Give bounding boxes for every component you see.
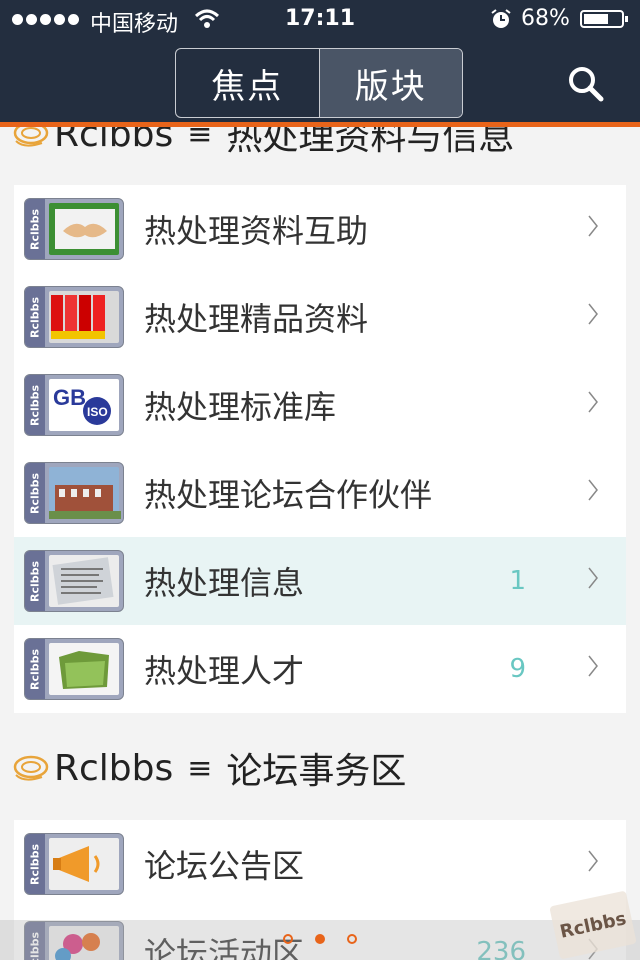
section-prefix: Rclbbs <box>54 747 174 789</box>
building-thumb: Rclbbs <box>24 462 124 524</box>
battery-percent: 68% <box>521 6 570 31</box>
chevron-right-icon <box>588 303 598 325</box>
page-dot[interactable] <box>347 934 357 944</box>
section-group: Rclbbs 热处理资料互助 Rclbbs 热处理精品资料 Rclbbs GB … <box>14 185 626 713</box>
thumb-tag: Rclbbs <box>25 639 45 699</box>
board-count: 1 <box>509 566 526 596</box>
board-label: 热处理信息 <box>144 564 305 602</box>
chevron-right-icon <box>588 567 598 589</box>
equals-icon: ≡ <box>187 127 213 152</box>
section-header: Rclbbs ≡ 论坛事务区 <box>0 738 640 798</box>
alarm-icon <box>491 9 511 28</box>
board-row[interactable]: Rclbbs 热处理人才 9 <box>14 625 626 713</box>
top-bar: 中国移动 17:11 68% 焦点 版块 <box>0 0 640 122</box>
equals-icon: ≡ <box>187 750 213 786</box>
thumb-tag: Rclbbs <box>25 287 45 347</box>
board-count: 9 <box>509 654 526 684</box>
board-label: 论坛公告区 <box>144 847 305 885</box>
forum-swirl-icon <box>13 127 49 147</box>
megaphone-thumb: Rclbbs <box>24 833 124 895</box>
folder-thumb: Rclbbs <box>24 638 124 700</box>
search-icon[interactable] <box>566 64 606 104</box>
svg-text:ISO: ISO <box>87 405 108 419</box>
board-row[interactable]: Rclbbs 热处理资料互助 <box>14 185 626 273</box>
status-bar: 中国移动 17:11 68% <box>0 0 640 40</box>
chevron-right-icon <box>588 215 598 237</box>
section-header: Rclbbs ≡ 热处理资料与信息 <box>0 127 640 164</box>
handshake-thumb: Rclbbs <box>24 198 124 260</box>
page-dot[interactable] <box>283 934 293 944</box>
thumb-tag: Rclbbs <box>25 834 45 894</box>
board-row[interactable]: Rclbbs 热处理精品资料 <box>14 273 626 361</box>
board-label: 热处理资料互助 <box>144 212 369 250</box>
chevron-right-icon <box>588 479 598 501</box>
battery-icon <box>580 10 628 28</box>
section-title: 论坛事务区 <box>226 751 407 792</box>
thumb-tag: Rclbbs <box>25 463 45 523</box>
board-row[interactable]: Rclbbs GB ISO 热处理标准库 <box>14 361 626 449</box>
page-dot-active[interactable] <box>315 934 325 944</box>
chevron-right-icon <box>588 655 598 677</box>
board-row[interactable]: Rclbbs 热处理论坛合作伙伴 <box>14 449 626 537</box>
chevron-right-icon <box>588 850 598 872</box>
forum-swirl-icon <box>13 755 49 781</box>
page-indicator <box>0 920 640 960</box>
gb-iso-thumb: Rclbbs GB ISO <box>24 374 124 436</box>
thumb-tag: Rclbbs <box>25 375 45 435</box>
segmented-control: 焦点 版块 <box>175 48 463 118</box>
board-row[interactable]: Rclbbs 论坛公告区 <box>14 820 626 908</box>
thumb-tag: Rclbbs <box>25 551 45 611</box>
nav-accent-line <box>0 122 640 127</box>
svg-text:GB: GB <box>53 385 86 410</box>
chevron-right-icon <box>588 391 598 413</box>
board-label: 热处理标准库 <box>144 388 337 426</box>
tab-focus[interactable]: 焦点 <box>176 49 319 117</box>
newspaper-thumb: Rclbbs <box>24 550 124 612</box>
board-label: 热处理人才 <box>144 652 305 690</box>
board-label: 热处理论坛合作伙伴 <box>144 476 433 514</box>
section-prefix: Rclbbs <box>54 127 174 155</box>
board-row[interactable]: Rclbbs 热处理信息 1 <box>14 537 626 625</box>
thumb-tag: Rclbbs <box>25 199 45 259</box>
binders-thumb: Rclbbs <box>24 286 124 348</box>
tab-boards[interactable]: 版块 <box>318 49 462 117</box>
board-list: Rclbbs ≡ 热处理资料与信息 Rclbbs 热处理资料互助 Rclbbs … <box>0 127 640 960</box>
board-label: 热处理精品资料 <box>144 300 369 338</box>
section-title: 热处理资料与信息 <box>226 127 515 158</box>
